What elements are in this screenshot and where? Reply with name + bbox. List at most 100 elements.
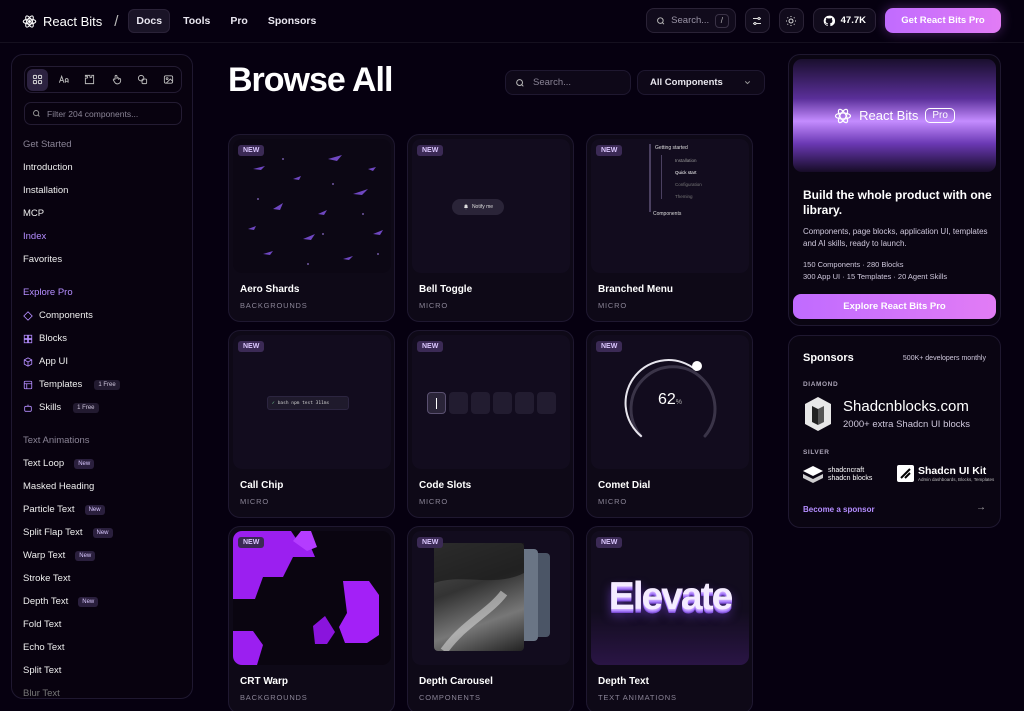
sidebar-item-stroke-text[interactable]: Stroke Text [23, 567, 183, 590]
code-slot[interactable] [537, 392, 556, 414]
card-title: Depth Text [598, 676, 649, 687]
new-badge: NEW [238, 145, 265, 156]
component-search-input[interactable]: Search... [505, 70, 631, 95]
code-slot[interactable] [493, 392, 512, 414]
sidebar-item-mcp[interactable]: MCP [23, 202, 183, 225]
tab-micro[interactable] [106, 69, 127, 91]
sidebar-item-fold-text[interactable]: Fold Text [23, 613, 183, 636]
preview-aero-shards [233, 139, 391, 273]
carousel-front-slide[interactable] [434, 543, 524, 654]
tab-backgrounds[interactable] [158, 69, 179, 91]
get-pro-button[interactable]: Get React Bits Pro [885, 8, 1001, 33]
nav-search-button[interactable]: Search... / [645, 8, 736, 33]
card-aero-shards[interactable]: NEW Aero Shards BACKGROUNDS [228, 134, 395, 322]
sidebar-item-pro-components[interactable]: Components [23, 304, 183, 327]
search-icon [656, 16, 664, 25]
card-depth-carousel[interactable]: NEW Depth Carousel COMPONENTS [407, 526, 574, 711]
card-depth-text[interactable]: Elevate NEW Depth Text TEXT ANIMATIONS [586, 526, 753, 711]
sponsor-diamond-name[interactable]: Shadcnblocks.com [843, 398, 969, 415]
nav-link-tools[interactable]: Tools [176, 10, 217, 32]
tab-all[interactable] [27, 68, 49, 91]
code-slot[interactable] [449, 392, 468, 414]
sidebar-item-installation[interactable]: Installation [23, 179, 183, 202]
sidebar-item-text-loop[interactable]: Text Loop New [23, 452, 183, 475]
code-slot[interactable] [515, 392, 534, 414]
new-badge: New [78, 596, 99, 607]
crt-pixel-art [233, 531, 379, 665]
sidebar-item-particle-text[interactable]: Particle Text New [23, 498, 183, 521]
component-filter-input[interactable]: Filter 204 components... [24, 102, 182, 125]
sidebar-item-label: Warp Text [23, 550, 66, 561]
sidebar-item-split-flap-text[interactable]: Split Flap Text New [23, 521, 183, 544]
theme-toggle-button[interactable] [778, 8, 804, 33]
preview-depth-text: Elevate [591, 531, 749, 665]
layout-icon [23, 380, 33, 389]
sidebar-item-pro-app-ui[interactable]: App UI [23, 350, 183, 373]
card-category: MICRO [419, 301, 448, 310]
sidebar-item-split-text[interactable]: Split Text [23, 659, 183, 682]
card-comet-dial[interactable]: 62% NEW Comet Dial MICRO [586, 330, 753, 518]
nav-link-sponsors[interactable]: Sponsors [261, 10, 323, 32]
search-icon [516, 78, 524, 87]
arrow-right-icon[interactable]: → [976, 502, 986, 513]
sidebar-item-introduction[interactable]: Introduction [23, 156, 183, 179]
sidebar-item-label: Echo Text [23, 642, 65, 653]
tab-components[interactable] [132, 69, 153, 91]
explore-pro-button[interactable]: Explore React Bits Pro [793, 294, 996, 319]
brand-logo[interactable]: React Bits [22, 14, 102, 29]
preview-crt-warp [233, 531, 391, 665]
sponsors-title: Sponsors [803, 352, 854, 364]
nav-link-docs[interactable]: Docs [128, 9, 171, 33]
code-slot[interactable] [471, 392, 490, 414]
card-call-chip[interactable]: ✓ bash npm test 311ms NEW Call Chip MICRO [228, 330, 395, 518]
sidebar-item-pro-templates[interactable]: Templates 1 Free [23, 373, 183, 396]
call-chip-pill[interactable]: ✓ bash npm test 311ms [267, 396, 349, 410]
search-shortcut-key: / [715, 13, 729, 28]
preview-comet-dial: 62% [591, 335, 749, 469]
card-category: MICRO [598, 497, 627, 506]
sidebar-item-echo-text[interactable]: Echo Text [23, 636, 183, 659]
section-heading-text-animations: Text Animations [23, 435, 90, 446]
sponsor-shadcncraft[interactable]: shadcncraft shadcn blocks [803, 466, 872, 484]
card-crt-warp[interactable]: NEW CRT Warp BACKGROUNDS [228, 526, 395, 711]
promo-stats: 150 Components · 280 Blocks [803, 260, 904, 269]
sidebar-item-masked-heading[interactable]: Masked Heading [23, 475, 183, 498]
shadcnblocks-logo-icon[interactable] [803, 396, 833, 432]
card-branched-menu[interactable]: Getting started Installation Quick start… [586, 134, 753, 322]
promo-banner: React Bits Pro [793, 59, 996, 172]
card-code-slots[interactable]: NEW Code Slots MICRO [407, 330, 574, 518]
blocks-icon [23, 334, 33, 343]
sidebar-item-pro-skills[interactable]: Skills 1 Free [23, 396, 183, 419]
promo-banner-brand: React Bits [859, 108, 919, 123]
tab-animations[interactable] [79, 69, 100, 91]
nav-link-pro[interactable]: Pro [223, 10, 255, 32]
road-photo [434, 543, 524, 654]
dial-value: 62 [657, 391, 676, 408]
sidebar-item-index[interactable]: Index [23, 225, 183, 248]
card-title: Aero Shards [240, 284, 300, 295]
sponsor-shadcn-ui-kit[interactable]: Shadcn UI Kit Admin dashboards, Blocks, T… [897, 465, 994, 482]
new-badge: New [75, 550, 96, 561]
branch-item: Installation [675, 158, 697, 163]
bell-chip[interactable]: Notify me [452, 199, 504, 215]
sidebar-item-warp-text[interactable]: Warp Text New [23, 544, 183, 567]
card-bell-toggle[interactable]: Notify me NEW Bell Toggle MICRO [407, 134, 574, 322]
code-slot[interactable] [427, 392, 446, 414]
github-stars-button[interactable]: 47.7K [812, 8, 876, 33]
become-sponsor-link[interactable]: Become a sponsor [803, 505, 875, 514]
sidebar-item-pro-blocks[interactable]: Blocks [23, 327, 183, 350]
sidebar-item-favorites[interactable]: Favorites [23, 248, 183, 271]
category-select[interactable]: All Components [637, 70, 765, 95]
dial-readout: 62% [591, 391, 749, 409]
section-heading-explore-pro[interactable]: Explore Pro [23, 281, 183, 304]
sidebar-item-depth-text[interactable]: Depth Text New [23, 590, 183, 613]
new-badge: NEW [596, 537, 623, 548]
card-title: Depth Carousel [419, 676, 493, 687]
github-icon [823, 15, 835, 26]
new-badge: NEW [596, 145, 623, 156]
sidebar-item-label: Depth Text [23, 596, 69, 607]
sidebar-item-label: Blur Text [23, 688, 60, 699]
tab-text[interactable] [53, 69, 74, 91]
sidebar-item-blur-text[interactable]: Blur Text [23, 682, 183, 699]
settings-toggle-button[interactable] [744, 8, 770, 33]
